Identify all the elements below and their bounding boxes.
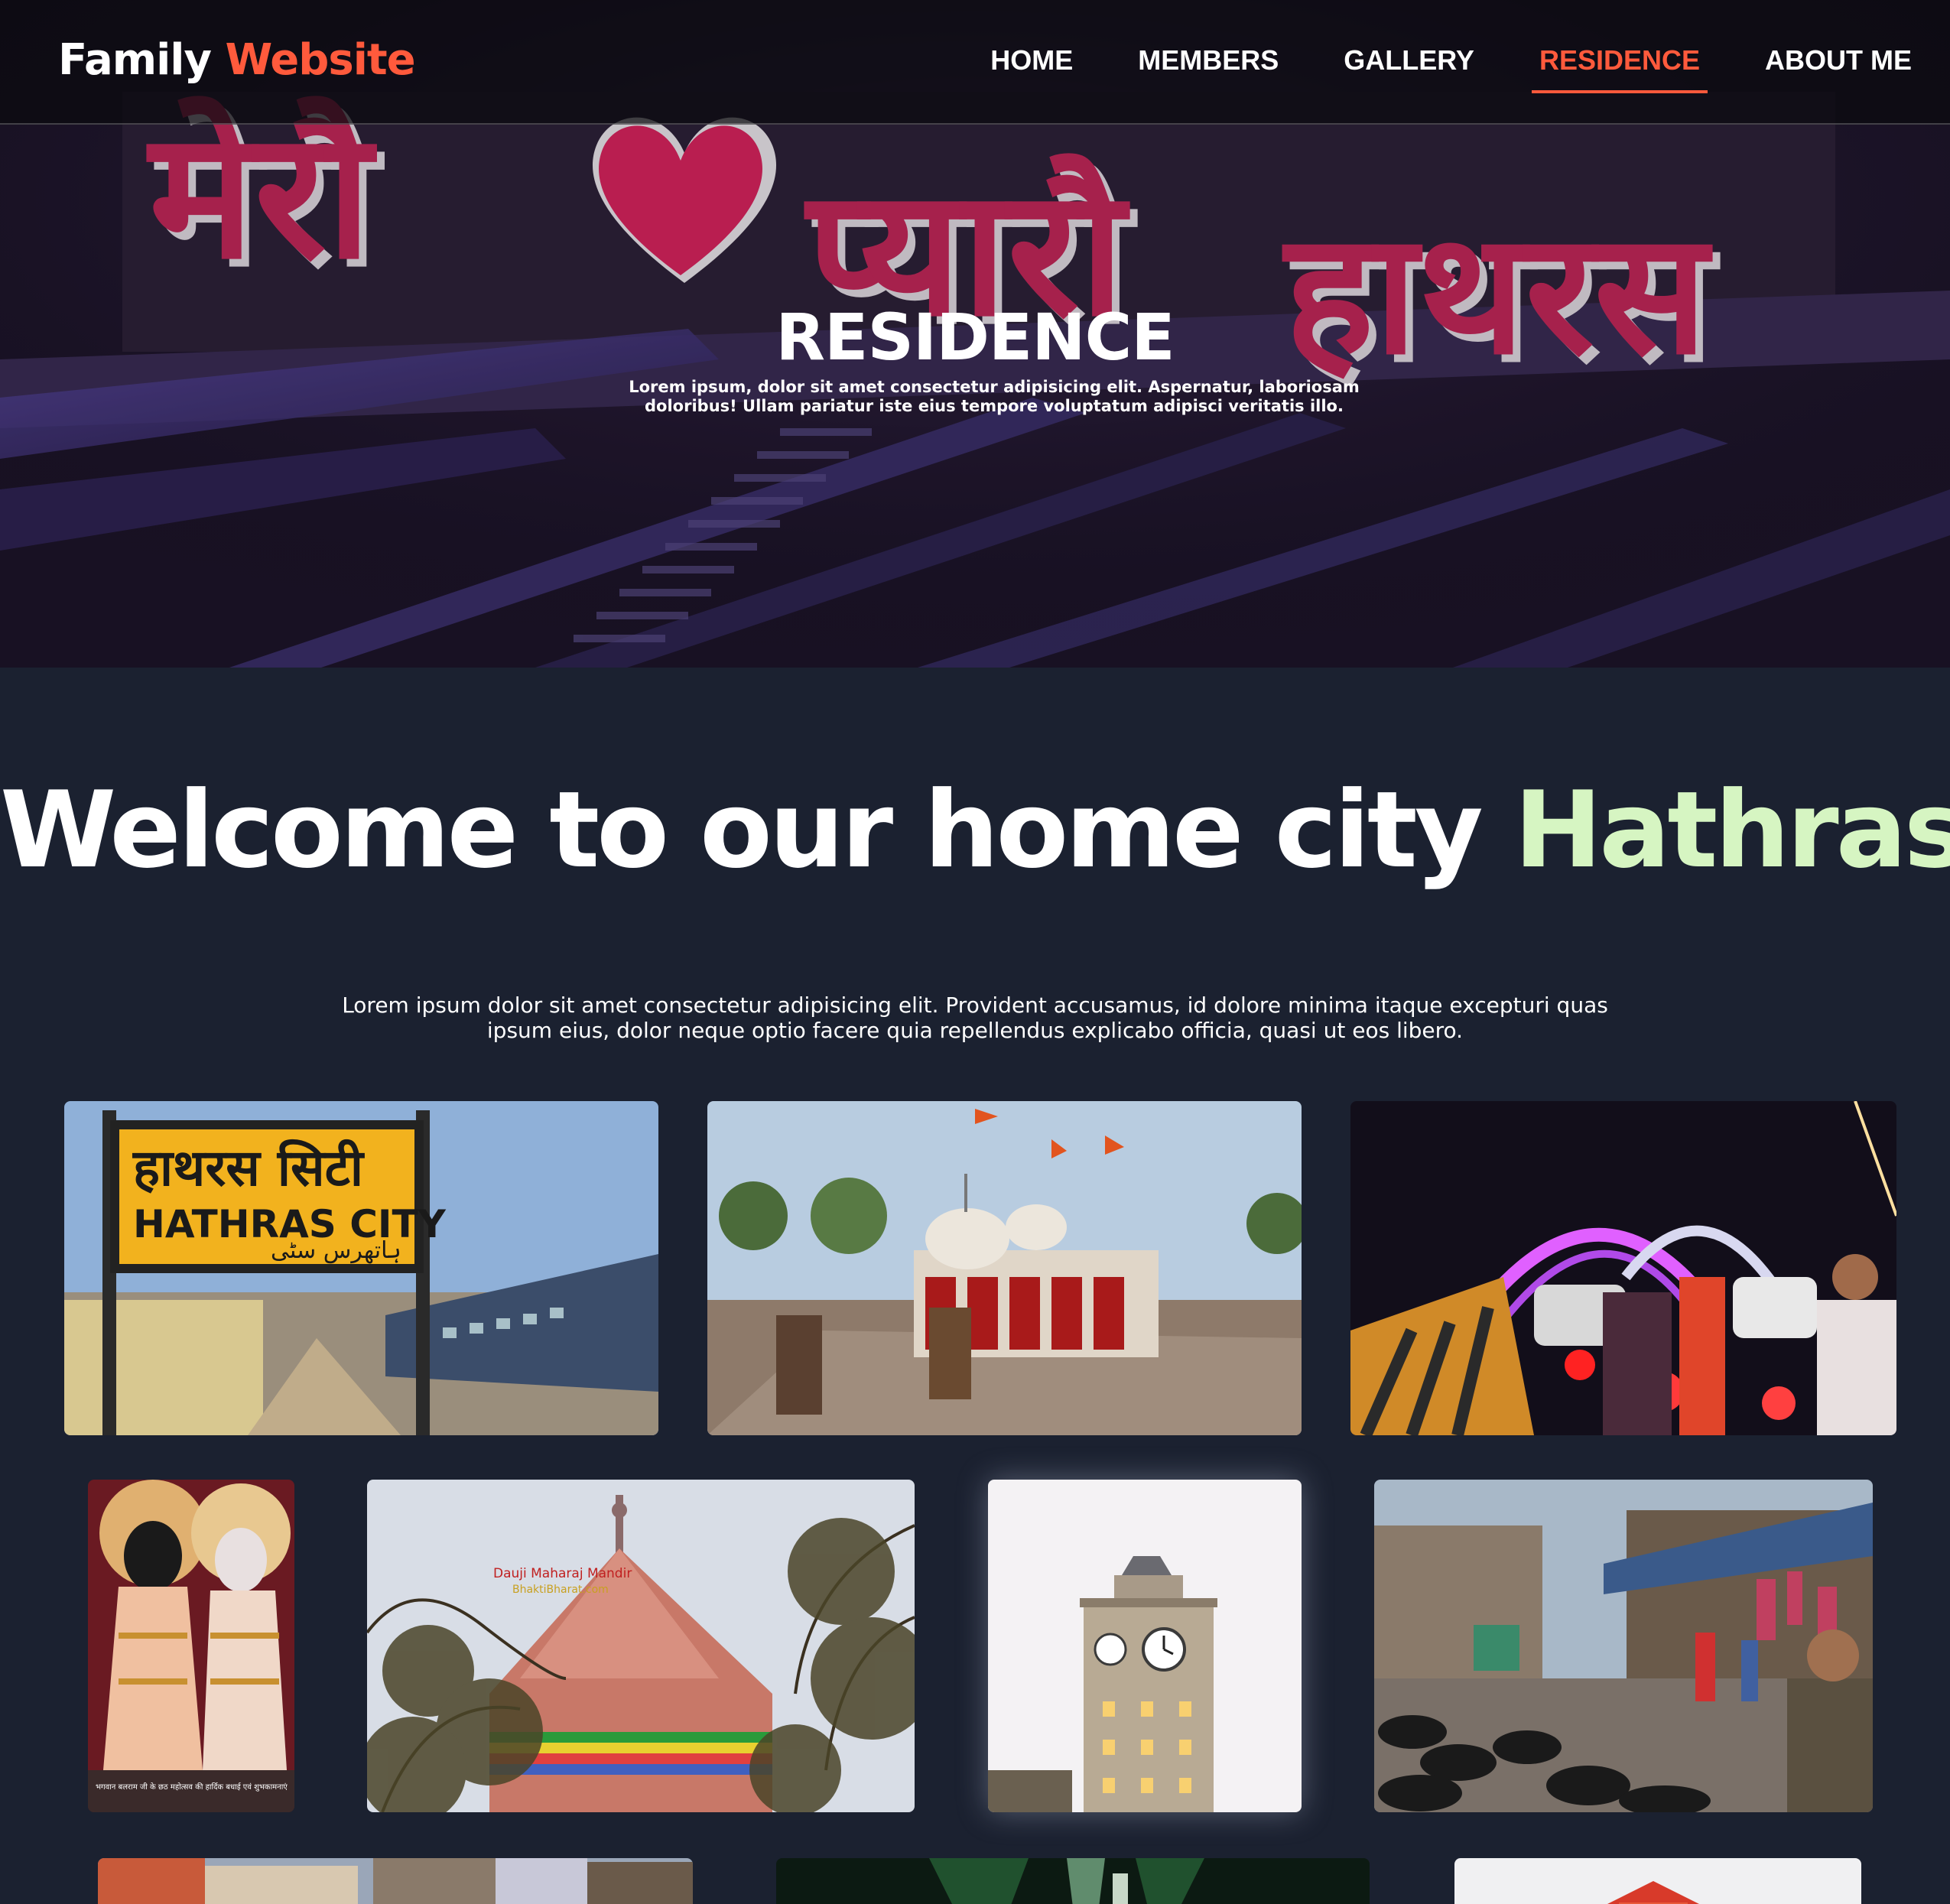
welcome-city: Hathras <box>1513 768 1950 892</box>
photo-lit-bridge-night[interactable] <box>1350 1101 1896 1435</box>
photo-temple-courtyard[interactable] <box>707 1101 1302 1435</box>
photo-night-light-show[interactable] <box>776 1858 1370 1904</box>
dauji-caption-title: Dauji Maharaj Mandir <box>493 1566 632 1581</box>
photo-building-rooftop[interactable] <box>1454 1858 1861 1904</box>
idol-caption: भगवान बलराम जी के छठ महोत्सव की हार्दिक … <box>96 1782 288 1792</box>
station-sign-urdu: ہاتھرس سٹی <box>271 1237 401 1264</box>
photo-deity-idols[interactable]: भगवान बलराम जी के छठ महोत्सव की हार्दिक … <box>88 1480 294 1812</box>
hero-banner: मेरौ मेरौ प्यारौ प्यारौ हाथरस हाथरस Fami… <box>0 0 1950 668</box>
welcome-heading: Welcome to our home city Hathras <box>0 768 1950 892</box>
welcome-paragraph: Lorem ipsum dolor sit amet consectetur a… <box>342 993 1608 1043</box>
hero-title: RESIDENCE <box>775 300 1175 375</box>
hero-subtitle: Lorem ipsum, dolor sit amet consectetur … <box>629 378 1360 415</box>
nav-members[interactable]: MEMBERS <box>1130 44 1286 93</box>
photo-hathras-city-station[interactable]: हाथरस सिटी HATHRAS CITY ہاتھرس سٹی <box>64 1101 658 1435</box>
photo-market-street[interactable] <box>1374 1480 1873 1812</box>
photo-clock-tower[interactable] <box>988 1480 1302 1812</box>
dauji-caption-source: BhaktiBharat.com <box>512 1584 609 1596</box>
photo-dauji-maharaj-mandir[interactable]: Dauji Maharaj Mandir BhaktiBharat.com <box>367 1480 915 1812</box>
main-nav: HOME MEMBERS GALLERY RESIDENCE ABOUT ME <box>983 44 1919 93</box>
nav-about-me[interactable]: ABOUT ME <box>1757 44 1919 93</box>
top-navbar: Family Website HOME MEMBERS GALLERY RESI… <box>0 0 1950 125</box>
logo-word-family: Family <box>58 35 212 85</box>
nav-home[interactable]: HOME <box>983 44 1081 93</box>
nav-residence[interactable]: RESIDENCE <box>1531 44 1708 93</box>
nav-gallery[interactable]: GALLERY <box>1336 44 1482 93</box>
welcome-prefix: Welcome to our home city <box>0 768 1514 892</box>
photo-city-street-shops[interactable] <box>98 1858 693 1904</box>
logo-word-website: Website <box>225 35 416 85</box>
site-logo[interactable]: Family Website <box>58 35 416 85</box>
station-sign-hindi: हाथरस सिटी <box>132 1139 366 1197</box>
